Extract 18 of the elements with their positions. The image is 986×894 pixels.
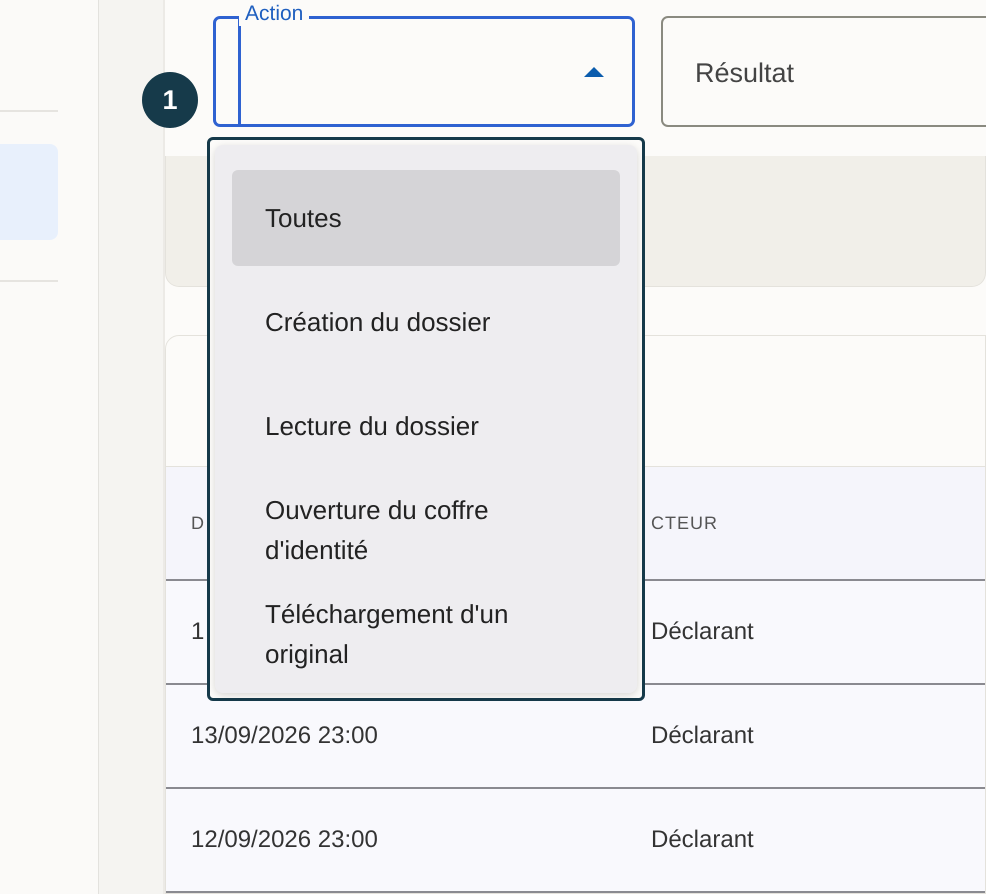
- table-cell-text: 12/09/2026 23:00: [191, 826, 379, 854]
- column-header: CTEUR: [651, 512, 719, 534]
- select-field[interactable]: Résultat: [661, 16, 986, 127]
- table-cell-text: Déclarant: [651, 618, 755, 646]
- menu-option[interactable]: Création du dossier: [232, 274, 620, 370]
- menu-option[interactable]: Lecture du dossier: [232, 378, 620, 474]
- table-cell-text: Déclarant: [651, 722, 755, 750]
- table-cell-text: 13/09/2026 23:00: [191, 722, 379, 750]
- table-cell-text: Déclarant: [651, 826, 755, 854]
- menu-option[interactable]: Ouverture du coffre d'identité: [232, 482, 620, 578]
- column-header: D: [191, 512, 206, 534]
- menu-option[interactable]: Téléchargement d'un original: [232, 586, 620, 682]
- field-label: Action: [239, 2, 310, 26]
- caret-up-icon: [584, 65, 604, 77]
- table-cell-text: 1: [191, 618, 206, 646]
- step-badge: 1: [142, 72, 198, 128]
- menu-option[interactable]: Toutes: [232, 170, 620, 266]
- field-placeholder: Résultat: [695, 58, 794, 89]
